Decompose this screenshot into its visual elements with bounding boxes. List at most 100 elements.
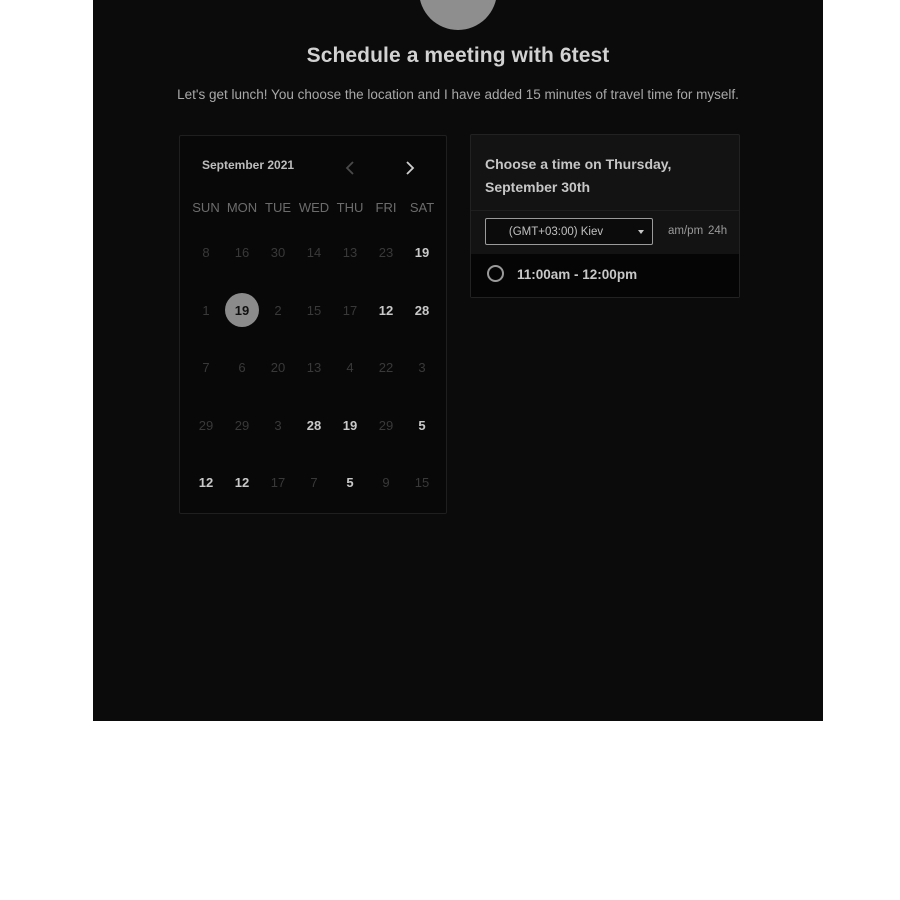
chevron-right-icon <box>406 161 415 175</box>
calendar-day-number: 15 <box>414 475 430 491</box>
calendar-day: 29 <box>368 407 404 443</box>
calendar-day: 13 <box>296 350 332 386</box>
calendar-day-number: 1 <box>202 302 210 318</box>
format-ampm-toggle[interactable]: am/pm <box>668 225 703 237</box>
calendar-day-number: 12 <box>378 302 394 318</box>
calendar-day: 6 <box>224 350 260 386</box>
calendar-grid: 8 16 30 14 13 23 19 1 19 2 15 17 12 28 7 6 20 13 4 22 3 29 29 3… <box>188 224 440 512</box>
calendar-day-number: 7 <box>202 360 210 376</box>
calendar-day-available[interactable]: 12 <box>368 292 404 328</box>
time-slot-label: 11:00am - 12:00pm <box>517 267 638 282</box>
calendar-day: 29 <box>188 407 224 443</box>
calendar-day-number: 5 <box>346 475 354 491</box>
calendar-day-number: 12 <box>198 475 214 491</box>
calendar-day: 4 <box>332 350 368 386</box>
calendar-day-number: 2 <box>274 302 282 318</box>
calendar-day-number: 15 <box>306 302 322 318</box>
next-month-button[interactable] <box>400 156 420 180</box>
weekday-label: MON <box>226 200 258 215</box>
calendar-day: 9 <box>368 465 404 501</box>
calendar-day: 8 <box>188 235 224 271</box>
calendar-day-available[interactable]: 12 <box>188 465 224 501</box>
calendar-day: 3 <box>260 407 296 443</box>
calendar-day-number: 30 <box>270 245 286 261</box>
calendar-day-number: 19 <box>234 302 250 318</box>
calendar-day-available[interactable]: 19 <box>404 235 440 271</box>
timezone-value: (GMT+03:00) Kiev <box>508 225 604 238</box>
calendar-day: 3 <box>404 350 440 386</box>
time-slot[interactable]: 11:00am - 12:00pm <box>471 254 739 297</box>
calendar-day-number: 13 <box>306 360 322 376</box>
calendar-day-number: 22 <box>378 360 394 376</box>
time-panel: Choose a time on Thursday, September 30t… <box>470 134 740 298</box>
calendar-day: 17 <box>260 465 296 501</box>
calendar-day: 14 <box>296 235 332 271</box>
calendar-week-row: 29 29 3 28 19 29 5 <box>188 397 440 455</box>
calendar-day: 30 <box>260 235 296 271</box>
calendar-day-number: 13 <box>342 245 358 261</box>
weekday-label: SAT <box>409 200 435 215</box>
calendar-day: 7 <box>296 465 332 501</box>
calendar-week-row: 7 6 20 13 4 22 3 <box>188 339 440 397</box>
calendar-day-number: 16 <box>234 245 250 261</box>
calendar-day-number: 19 <box>414 245 430 261</box>
calendar-day-available[interactable]: 5 <box>332 465 368 501</box>
calendar: September 2021 SUN MON TUE WED THU FRI SAT 8 16… <box>179 135 447 514</box>
prev-month-button[interactable] <box>340 156 360 180</box>
calendar-day-number: 20 <box>270 360 286 376</box>
month-label: September 2021 <box>202 158 295 172</box>
calendar-day-available[interactable]: 5 <box>404 407 440 443</box>
divider <box>471 210 739 211</box>
calendar-day-number: 7 <box>310 475 318 491</box>
calendar-day: 23 <box>368 235 404 271</box>
page-subtitle: Let's get lunch! You choose the location… <box>177 87 739 102</box>
calendar-week-row: 12 12 17 7 5 9 15 <box>188 454 440 512</box>
calendar-day-number: 6 <box>238 360 246 376</box>
calendar-day-available[interactable]: 28 <box>404 292 440 328</box>
calendar-week-row: 1 19 2 15 17 12 28 <box>188 282 440 340</box>
calendar-day: 15 <box>296 292 332 328</box>
calendar-day-number: 19 <box>342 417 358 433</box>
weekday-label: WED <box>298 200 330 215</box>
radio-icon[interactable] <box>487 265 504 282</box>
calendar-day-available[interactable]: 19 <box>332 407 368 443</box>
calendar-day: 13 <box>332 235 368 271</box>
calendar-day-number: 9 <box>382 475 390 491</box>
calendar-day-number: 29 <box>198 417 214 433</box>
page-title: Schedule a meeting with 6test <box>306 44 610 67</box>
calendar-day: 1 <box>188 292 224 328</box>
calendar-day-number: 3 <box>418 360 426 376</box>
weekday-label: FRI <box>375 200 397 215</box>
time-panel-title: Choose a time on Thursday, September 30t… <box>485 156 672 195</box>
calendar-day-number: 29 <box>378 417 394 433</box>
calendar-day-number: 14 <box>306 245 322 261</box>
calendar-day-available[interactable]: 12 <box>224 465 260 501</box>
calendar-day-available[interactable]: 28 <box>296 407 332 443</box>
format-24h-toggle[interactable]: 24h <box>708 225 727 237</box>
calendar-day-number: 4 <box>346 360 354 376</box>
calendar-day: 17 <box>332 292 368 328</box>
calendar-day: 15 <box>404 465 440 501</box>
calendar-day-number: 28 <box>414 302 430 318</box>
chevron-left-icon <box>345 161 354 175</box>
calendar-day: 7 <box>188 350 224 386</box>
calendar-day-number: 17 <box>270 475 286 491</box>
calendar-day-number: 3 <box>274 417 282 433</box>
calendar-week-row: 8 16 30 14 13 23 19 <box>188 224 440 282</box>
weekday-label: TUE <box>265 200 291 215</box>
calendar-day-number: 29 <box>234 417 250 433</box>
calendar-day-number: 8 <box>202 245 210 261</box>
calendar-day-number: 28 <box>306 417 322 433</box>
calendar-day: 16 <box>224 235 260 271</box>
timezone-select[interactable]: (GMT+03:00) Kiev <box>485 218 653 245</box>
weekday-row: SUN MON TUE WED THU FRI SAT <box>188 200 440 215</box>
calendar-day: 20 <box>260 350 296 386</box>
calendar-day-selected[interactable]: 19 <box>224 292 260 328</box>
calendar-day-number: 17 <box>342 302 358 318</box>
calendar-day-number: 5 <box>418 417 426 433</box>
calendar-header: September 2021 <box>180 136 446 196</box>
calendar-day-number: 23 <box>378 245 394 261</box>
calendar-day: 29 <box>224 407 260 443</box>
calendar-day: 22 <box>368 350 404 386</box>
weekday-label: THU <box>336 200 364 215</box>
